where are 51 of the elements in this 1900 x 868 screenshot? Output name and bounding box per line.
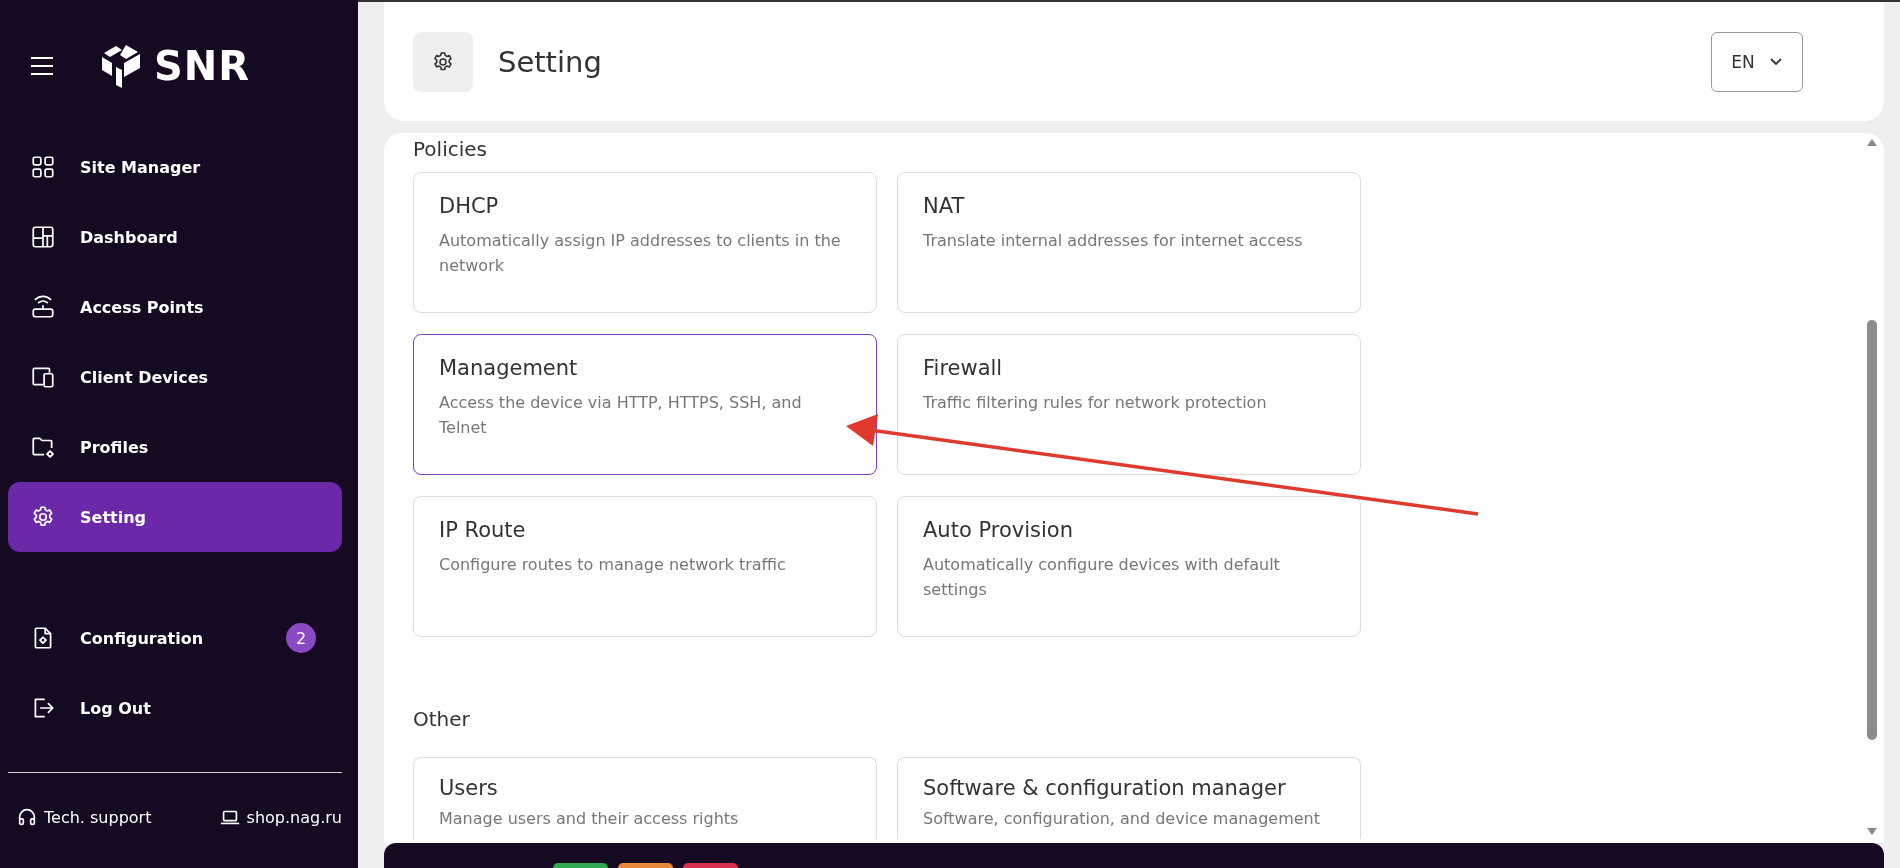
- nav-item[interactable]: Configuration 2: [8, 603, 342, 673]
- card-description: Software, configuration, and device management: [923, 808, 1321, 830]
- grid-icon: [30, 154, 56, 180]
- folder-gear-icon: [30, 434, 56, 460]
- settings-card[interactable]: IP Route Configure routes to manage network traffic: [413, 496, 877, 637]
- card-title: Auto Provision: [923, 518, 1074, 542]
- settings-card[interactable]: Software & configuration manager Software, configuration, and device management: [897, 757, 1361, 839]
- count-badge: 2: [286, 623, 316, 653]
- settings-card[interactable]: DHCP Automatically assign IP addresses to clients in the network: [413, 172, 877, 313]
- card-description: Automatically configure devices with default settings: [923, 554, 1281, 601]
- nav-item[interactable]: Site Manager: [8, 132, 342, 202]
- settings-card[interactable]: Management Access the device via HTTP, HTTPS, SSH, and Telnet: [413, 334, 877, 475]
- toolbar-button[interactable]: [553, 863, 608, 868]
- settings-card[interactable]: NAT Translate internal addresses for internet access: [897, 172, 1361, 313]
- nav-item[interactable]: Log Out: [8, 673, 342, 743]
- footer-link[interactable]: Tech. support: [16, 806, 152, 828]
- nav-item[interactable]: Dashboard: [8, 202, 342, 272]
- card-description: Configure routes to manage network traffic: [439, 554, 787, 576]
- router-icon: [30, 294, 56, 320]
- toolbar-button[interactable]: [683, 863, 738, 868]
- card-description: Translate internal addresses for internet access: [923, 230, 1304, 252]
- dashboard-icon: [30, 224, 56, 250]
- nav-item[interactable]: Setting: [8, 482, 342, 552]
- headset-icon: [16, 806, 38, 828]
- card-title: Users: [439, 776, 499, 800]
- language-dropdown[interactable]: EN: [1711, 31, 1803, 92]
- chevron-down-icon: [1768, 57, 1783, 66]
- toolbar-button[interactable]: [618, 863, 673, 868]
- footer-link[interactable]: shop.nag.ru: [218, 806, 342, 828]
- logo-text: SNR: [154, 46, 251, 86]
- card-description: Automatically assign IP addresses to clients in the network: [439, 230, 842, 277]
- card-title: DHCP: [439, 194, 500, 218]
- nav-item[interactable]: Access Points: [8, 272, 342, 342]
- settings-card[interactable]: Firewall Traffic filtering rules for network protection: [897, 334, 1361, 475]
- settings-card[interactable]: Users Manage users and their access rights: [413, 757, 877, 839]
- card-title: IP Route: [439, 518, 527, 542]
- nav-item[interactable]: Profiles: [8, 412, 342, 482]
- card-title: Firewall: [923, 356, 1004, 380]
- card-title: Software & configuration manager: [923, 776, 1287, 800]
- card-title: Management: [439, 356, 579, 380]
- card-title: NAT: [923, 194, 966, 218]
- nav-item[interactable]: Client Devices: [8, 342, 342, 412]
- section-title: Policies: [413, 136, 488, 163]
- card-description: Access the device via HTTP, HTTPS, SSH, and Telnet: [439, 392, 803, 439]
- devices-icon: [30, 364, 56, 390]
- section-title: Other: [413, 707, 471, 733]
- card-description: Manage users and their access rights: [439, 808, 740, 830]
- page-title: Setting: [498, 44, 602, 79]
- settings-card[interactable]: Auto Provision Automatically configure devices with default settings: [897, 496, 1361, 637]
- card-description: Traffic filtering rules for network protection: [923, 392, 1268, 414]
- menu-icon[interactable]: [30, 56, 54, 76]
